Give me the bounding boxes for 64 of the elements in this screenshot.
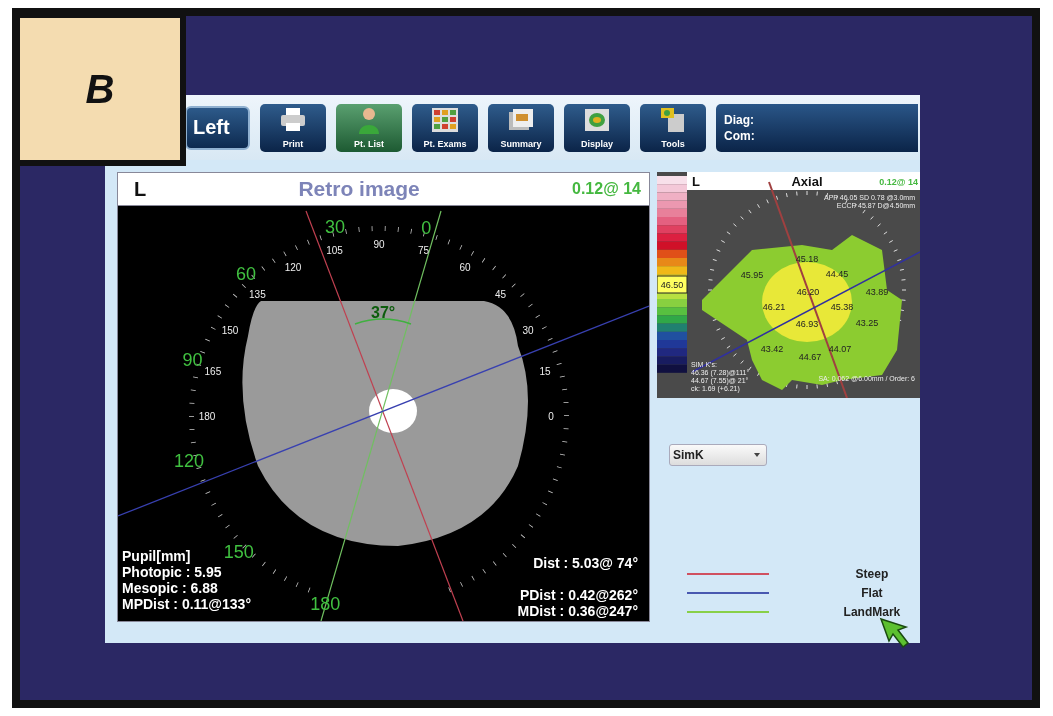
legend-label: LandMark [842,604,902,619]
axis-angle-label: 120 [284,262,302,274]
eye-side-button[interactable]: Left [185,105,250,150]
legend-label: Flat [860,585,884,600]
pupil-stat: Photopic : 5.95 [122,564,222,580]
retro-title: Retro image [298,177,420,201]
axis-angle-label: 60 [459,262,471,274]
eye-label: L [692,174,700,189]
zone-value: 46.21 [762,302,786,312]
figure-label: B [85,66,115,112]
toolbar-button[interactable]: Pt. Exams [412,103,478,152]
zone-value: 46.93 [795,319,819,329]
zone-value: 43.89 [865,287,889,297]
landmark-angle-label: 60 [236,264,257,285]
pointer-cursor-icon [879,617,909,651]
eye-label: L [134,177,147,201]
axis-angle-label: 135 [249,289,266,301]
toolbar-button[interactable]: Print [260,103,326,152]
scale-value: 46.50 [660,280,684,290]
comment-label: Com: [724,128,756,143]
printer-icon [278,105,308,134]
toolbar-button[interactable]: Tools [640,103,706,152]
landmark-angle-label: 120 [173,450,204,471]
axial-title: Axial [791,174,823,189]
retro-reading: 0.12@ 14 [572,180,641,198]
landmark-angle-label: 0 [421,217,432,238]
axis-angle-label: 105 [326,244,343,256]
distance-stat: MDist : 0.36@247° [517,603,638,619]
legend-label: Steep [854,566,890,581]
zone-value: 44.45 [825,269,849,279]
toolbar-button[interactable]: Pt. List [336,103,402,152]
axis-angle-label: 75 [417,244,430,256]
zone-value: 45.95 [740,270,764,280]
pupil-stat: MPDist : 0.11@133° [122,596,251,612]
zone-value: 45.38 [830,302,854,312]
axis-angle-label: 165 [204,366,222,378]
toolbar-button[interactable]: Display [564,103,630,152]
axial-reading: 0.12@ 14 [879,177,918,187]
toolbar-button[interactable]: Summary [488,103,554,152]
axis-angle-label: 150 [221,325,239,336]
pupil-stat: Pupil[mm] [122,548,191,564]
pupil-stat: Mesopic : 6.88 [122,580,218,596]
landmark-angle-label: 90 [182,350,203,370]
axis-angle-label: 15 [539,366,551,378]
landmark-angle-label: 150 [223,542,254,563]
axis-angle-label: 0 [548,411,554,422]
angle-label: 37° [371,304,396,321]
distance-stat: PDist : 0.42@262° [519,587,638,603]
landmark-angle-label: 30 [325,217,346,237]
angle-arc [354,318,412,325]
zone-value: 43.25 [855,318,879,328]
axis-angle-label: 45 [495,289,507,301]
distance-stat: Dist : 5.03@ 74° [533,555,638,571]
zone-value: 44.67 [798,352,822,362]
image-grid-icon [430,105,460,134]
diag-label: Diag: [724,112,755,127]
axis-angle-label: 30 [522,325,534,336]
dropdown-caret-icon [754,453,760,457]
axis-angle-label: 180 [198,411,216,422]
light-reflex [369,389,417,433]
axis-angle-label: 90 [373,239,385,250]
scale-highlight [657,275,688,294]
map-type-dropdown[interactable]: SimK [669,444,767,466]
zone-value: 43.42 [760,344,784,354]
